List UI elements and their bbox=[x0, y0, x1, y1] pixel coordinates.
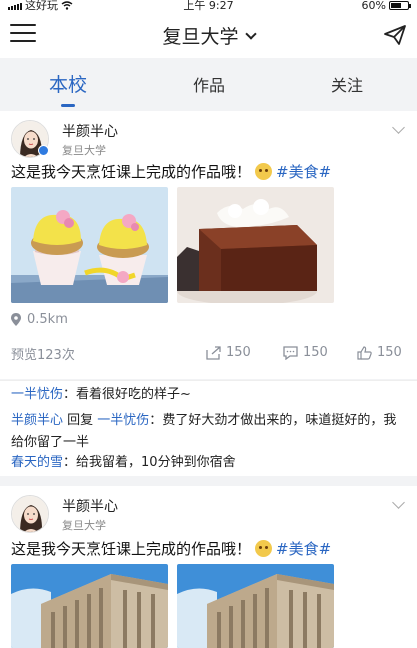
thumbs-up-icon bbox=[357, 345, 372, 360]
cat-emoji-icon bbox=[255, 163, 273, 180]
like-count: 150 bbox=[377, 345, 402, 360]
comment-author[interactable]: 半颜半心 bbox=[11, 413, 63, 428]
comment-item[interactable]: 春天的雪：给我留着，10分钟到你宿舍 bbox=[11, 452, 409, 474]
post-username[interactable]: 半颜半心 bbox=[62, 496, 118, 516]
post-card[interactable]: 半颜半心 复旦大学 这是我今天烹饪课上完成的作品哦！ #美食# bbox=[0, 486, 417, 648]
school-selector[interactable]: 复旦大学 bbox=[0, 22, 417, 49]
post-text: 这是我今天烹饪课上完成的作品哦！ #美食# bbox=[11, 163, 332, 181]
tab-school[interactable]: 本校 bbox=[28, 70, 108, 97]
avatar[interactable] bbox=[11, 495, 49, 533]
campus-building-photo[interactable] bbox=[11, 564, 168, 648]
battery-icon bbox=[389, 1, 411, 10]
clock: 上午 9:27 bbox=[183, 0, 234, 12]
comment-button[interactable]: 150 bbox=[283, 345, 328, 360]
post-card[interactable]: 半颜半心 复旦大学 这是我今天烹饪课上完成的作品哦！ #美食# bbox=[0, 111, 417, 379]
comment-author[interactable]: 春天的雪 bbox=[11, 455, 63, 470]
comments-section: 一半忧伤：看着很好吃的样子~ 半颜半心 回复 一半忧伤：费了好大劲才做出来的，味… bbox=[0, 380, 417, 476]
post-school: 复旦大学 bbox=[62, 144, 106, 157]
verified-badge-icon bbox=[38, 145, 49, 156]
chocolate-cake-photo[interactable] bbox=[177, 187, 334, 303]
cat-emoji-icon bbox=[255, 540, 273, 557]
location: 0.5km bbox=[11, 312, 68, 327]
tab-indicator bbox=[61, 104, 75, 107]
share-icon bbox=[206, 345, 221, 360]
share-count: 150 bbox=[226, 345, 251, 360]
tab-works[interactable]: 作品 bbox=[169, 72, 249, 96]
tab-following[interactable]: 关注 bbox=[307, 72, 387, 96]
cupcakes-photo[interactable] bbox=[11, 187, 168, 303]
hashtag[interactable]: #美食# bbox=[276, 163, 331, 181]
navbar: 复旦大学 bbox=[0, 12, 417, 58]
chevron-down-icon[interactable] bbox=[392, 496, 405, 509]
like-button[interactable]: 150 bbox=[357, 345, 402, 360]
post-text: 这是我今天烹饪课上完成的作品哦！ #美食# bbox=[11, 540, 332, 558]
comment-item[interactable]: 一半忧伤：看着很好吃的样子~ bbox=[11, 384, 409, 406]
post-school: 复旦大学 bbox=[62, 519, 106, 532]
comment-item[interactable]: 半颜半心 回复 一半忧伤：费了好大劲才做出来的，味道挺好的，我给你留了一半 bbox=[11, 410, 409, 454]
comment-author[interactable]: 一半忧伤 bbox=[11, 387, 63, 402]
battery-percent: 60% bbox=[361, 0, 386, 12]
comment-icon bbox=[283, 345, 298, 360]
campus-building-photo[interactable] bbox=[177, 564, 334, 648]
distance: 0.5km bbox=[27, 312, 68, 327]
page-title: 复旦大学 bbox=[162, 26, 239, 48]
location-pin-icon bbox=[11, 313, 21, 326]
hashtag[interactable]: #美食# bbox=[276, 540, 331, 558]
share-button[interactable]: 150 bbox=[206, 345, 251, 360]
send-icon[interactable] bbox=[383, 23, 407, 47]
view-count: 预览123次 bbox=[11, 348, 75, 363]
tab-bar: 本校 作品 关注 bbox=[0, 58, 417, 110]
chevron-down-icon bbox=[244, 28, 257, 40]
battery: 60% bbox=[361, 0, 411, 12]
comment-count: 150 bbox=[303, 345, 328, 360]
post-username[interactable]: 半颜半心 bbox=[62, 121, 118, 141]
comment-reply-target[interactable]: 一半忧伤 bbox=[97, 413, 149, 428]
chevron-down-icon[interactable] bbox=[392, 121, 405, 134]
status-bar: 这好玩 上午 9:27 60% bbox=[0, 0, 417, 12]
